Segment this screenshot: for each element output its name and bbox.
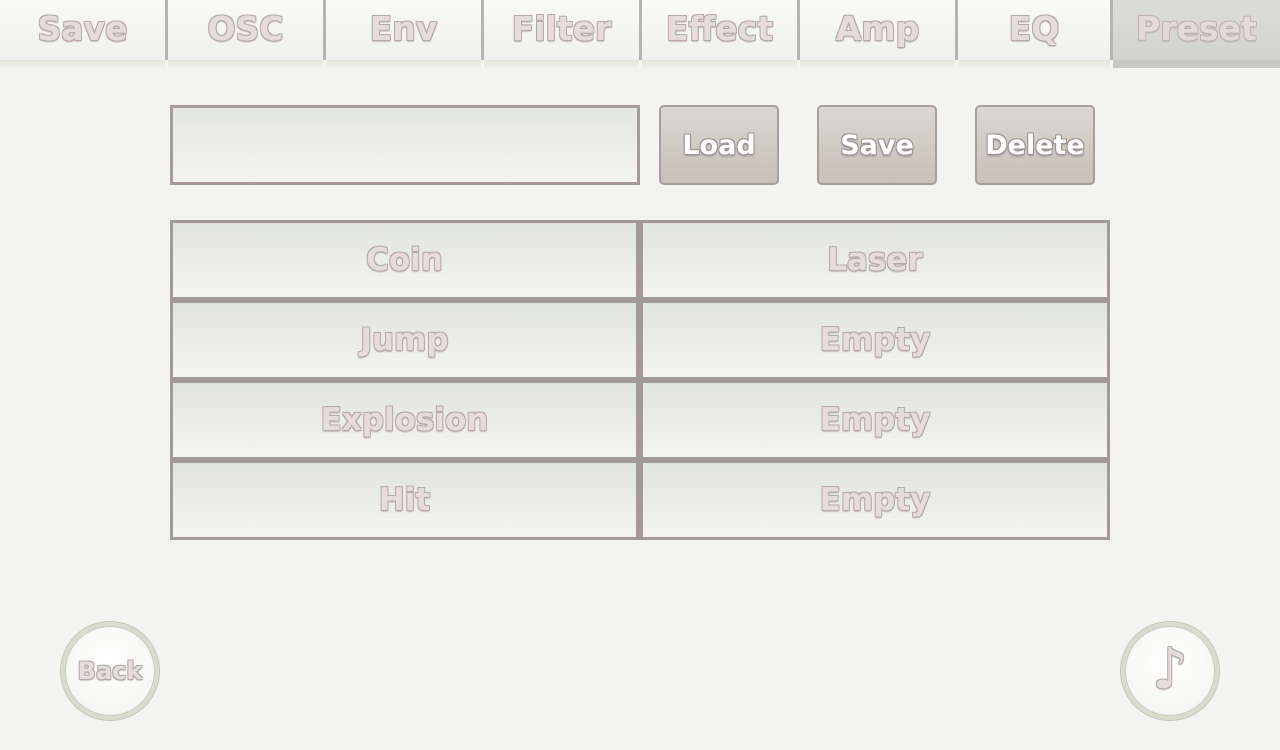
- preset-slot[interactable]: Empty: [640, 380, 1110, 460]
- preset-slot-label: Empty: [819, 402, 931, 438]
- tab-filter-label: Filter: [511, 8, 612, 48]
- preset-slot[interactable]: Jump: [170, 300, 640, 380]
- save-button[interactable]: Save: [817, 105, 937, 185]
- play-button[interactable]: ♪: [1121, 622, 1219, 720]
- preset-name-input[interactable]: [170, 105, 640, 185]
- tab-env-label: Env: [369, 8, 438, 48]
- preset-slot[interactable]: Explosion: [170, 380, 640, 460]
- load-button-label: Load: [682, 129, 756, 161]
- tab-amp[interactable]: Amp: [800, 0, 958, 68]
- tab-eq-label: EQ: [1008, 8, 1060, 48]
- back-button-label: Back: [77, 657, 143, 685]
- save-button-label: Save: [840, 129, 914, 161]
- tab-osc-label: OSC: [207, 8, 284, 48]
- tab-filter[interactable]: Filter: [484, 0, 642, 68]
- tab-amp-label: Amp: [835, 8, 920, 48]
- preset-slot-label: Hit: [378, 482, 431, 518]
- preset-slot-label: Empty: [819, 482, 931, 518]
- preset-grid: Coin Laser Jump Empty Explosion Empty Hi…: [170, 220, 1110, 540]
- preset-slot-label: Jump: [360, 322, 449, 358]
- back-button[interactable]: Back: [61, 622, 159, 720]
- tab-effect-label: Effect: [666, 8, 773, 48]
- preset-slot[interactable]: Laser: [640, 220, 1110, 300]
- preset-slot-label: Empty: [819, 322, 931, 358]
- preset-slot-label: Explosion: [320, 402, 489, 438]
- tab-save-label: Save: [37, 8, 128, 48]
- tab-bar: Save OSC Env Filter Effect Amp EQ Preset: [0, 0, 1280, 68]
- delete-button-label: Delete: [985, 129, 1085, 161]
- tab-preset[interactable]: Preset: [1113, 0, 1280, 68]
- preset-slot[interactable]: Hit: [170, 460, 640, 540]
- preset-slot[interactable]: Coin: [170, 220, 640, 300]
- tab-eq[interactable]: EQ: [958, 0, 1113, 68]
- delete-button[interactable]: Delete: [975, 105, 1095, 185]
- tab-preset-label: Preset: [1136, 8, 1257, 48]
- load-button[interactable]: Load: [659, 105, 779, 185]
- preset-slot[interactable]: Empty: [640, 460, 1110, 540]
- tab-save[interactable]: Save: [0, 0, 168, 68]
- preset-slot-label: Coin: [366, 242, 443, 278]
- music-note-icon: ♪: [1152, 636, 1188, 702]
- preset-slot-label: Laser: [827, 242, 923, 278]
- tab-osc[interactable]: OSC: [168, 0, 326, 68]
- tab-env[interactable]: Env: [326, 0, 484, 68]
- preset-slot[interactable]: Empty: [640, 300, 1110, 380]
- tab-effect[interactable]: Effect: [642, 0, 800, 68]
